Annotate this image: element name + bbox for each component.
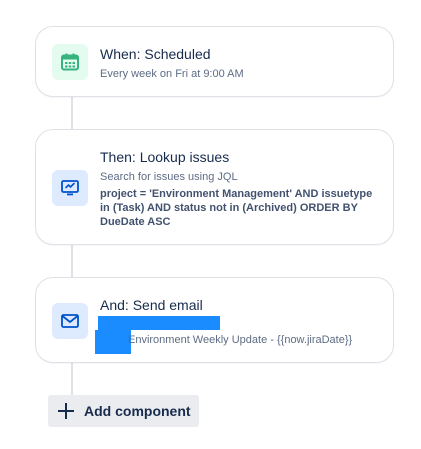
jql-query: project = 'Environment Management' AND i…	[100, 188, 373, 228]
email-subject: Environment Weekly Update - {{now.jiraDa…	[128, 334, 353, 346]
redacted-sender	[95, 330, 131, 354]
lookup-issues-card[interactable]: Then: Lookup issues Search for issues us…	[35, 129, 394, 245]
mail-icon	[52, 303, 88, 339]
send-email-card[interactable]: And: Send email Environment Weekly Updat…	[35, 277, 394, 363]
lookup-title: Then: Lookup issues	[100, 149, 230, 165]
automation-rule-canvas: When: Scheduled Every week on Fri at 9:0…	[0, 0, 421, 449]
connector-line	[71, 362, 73, 396]
lookup-subtitle: Search for issues using JQL	[100, 171, 238, 183]
add-component-button[interactable]: Add component	[48, 395, 199, 427]
connector-line	[71, 244, 73, 278]
trigger-title: When: Scheduled	[100, 46, 211, 62]
plus-icon	[58, 403, 74, 419]
email-title: And: Send email	[100, 297, 203, 313]
redacted-recipient	[98, 316, 220, 330]
trigger-card[interactable]: When: Scheduled Every week on Fri at 9:0…	[35, 26, 394, 97]
add-component-label: Add component	[84, 403, 191, 419]
calendar-icon	[52, 44, 88, 80]
trigger-subtitle: Every week on Fri at 9:00 AM	[100, 68, 244, 80]
connector-line	[71, 96, 73, 130]
monitor-search-icon	[52, 170, 88, 206]
